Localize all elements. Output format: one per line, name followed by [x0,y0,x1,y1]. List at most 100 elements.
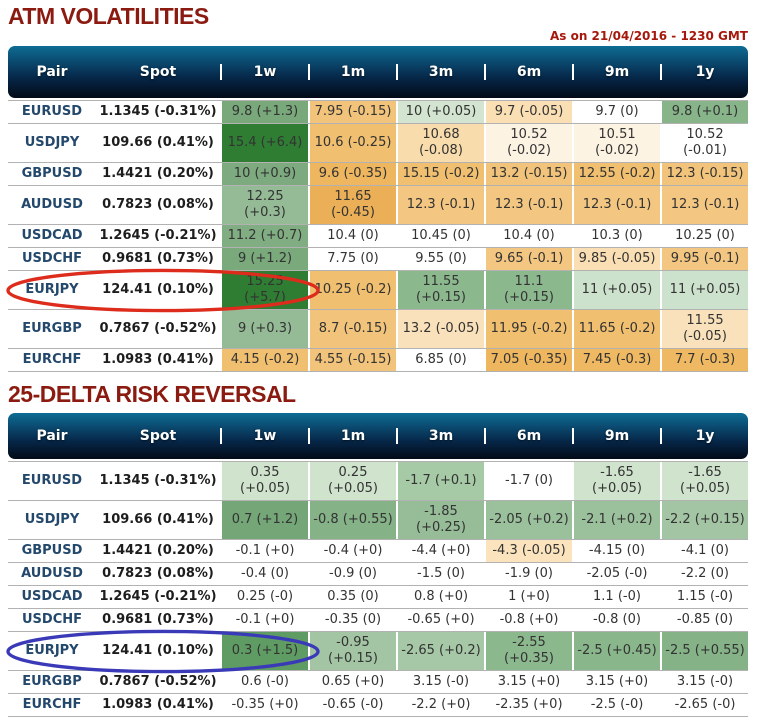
pair-label: EURGBP [22,674,82,689]
column-header-spot: Spot [139,428,177,444]
column-header-1w: 1w [220,64,308,80]
rr-table-header-row: Pair Spot 1w 1m 3m 6m 9m 1y [8,413,748,459]
cell-usdjpy-6m: 10.52 (-0.02) [484,124,572,162]
column-header-pair: Pair [36,428,68,444]
cell-eurjpy-9m: -2.5 (+0.45) [572,632,660,670]
spot-value: 109.66 (0.41%) [102,512,214,527]
cell-eurchf-1m: 4.55 (-0.15) [308,349,396,371]
cell-usdjpy-1m: -0.8 (+0.55) [308,501,396,539]
cell-usdcad-1w: 11.2 (+0.7) [220,225,308,247]
table-row-audusd: AUDUSD 0.7823 (0.08%) -0.4 (0) -0.9 (0) -1.5… [8,563,748,586]
column-header-1w: 1w [220,428,308,444]
table-row-gbpusd: GBPUSD 1.4421 (0.20%) -0.1 (+0) -0.4 (+0) -4… [8,540,748,563]
table-row-usdjpy: USDJPY 109.66 (0.41%) 0.7 (+1.2) -0.8 (+0.5… [8,501,748,540]
spot-value: 0.7867 (-0.52%) [99,321,217,336]
cell-eurusd-9m: 9.7 (0) [572,101,660,123]
spot-value: 0.9681 (0.73%) [102,612,214,627]
pair-label: USDCHF [21,251,82,266]
cell-eurusd-6m: 9.7 (-0.05) [484,101,572,123]
cell-eurchf-9m: 7.45 (-0.3) [572,349,660,371]
cell-audusd-9m: 12.3 (-0.1) [572,186,660,224]
cell-usdcad-1y: 1.15 (-0) [660,586,748,608]
column-header-6m: 6m [484,64,572,80]
cell-usdjpy-1w: 0.7 (+1.2) [220,501,308,539]
cell-usdchf-1y: -0.85 (0) [660,609,748,631]
cell-usdchf-1m: -0.35 (0) [308,609,396,631]
cell-gbpusd-9m: -4.15 (0) [572,540,660,562]
cell-eurchf-1w: 4.15 (-0.2) [220,349,308,371]
table-row-eurchf: EURCHF 1.0983 (0.41%) 4.15 (-0.2) 4.55 (-0.… [8,349,748,372]
cell-usdchf-1w: -0.1 (+0) [220,609,308,631]
atm-volatilities-table: Pair Spot 1w 1m 3m 6m 9m 1y EURUSD 1.1345 (-0.31… [6,46,748,372]
cell-eurgbp-9m: 11.65 (-0.2) [572,310,660,348]
cell-audusd-1y: 12.3 (-0.1) [660,186,748,224]
cell-eurjpy-3m: -2.65 (+0.2) [396,632,484,670]
cell-eurgbp-9m: 3.15 (+0) [572,671,660,693]
cell-eurgbp-6m: 3.15 (+0) [484,671,572,693]
column-header-1y: 1y [660,64,748,80]
cell-eurgbp-3m: 3.15 (-0) [396,671,484,693]
column-header-spot: Spot [139,64,177,80]
cell-eurjpy-1y: -2.5 (+0.55) [660,632,748,670]
cell-usdchf-1w: 9 (+1.2) [220,248,308,270]
cell-usdjpy-9m: -2.1 (+0.2) [572,501,660,539]
cell-usdchf-3m: -0.65 (+0) [396,609,484,631]
spot-value: 124.41 (0.10%) [102,643,214,658]
cell-usdcad-9m: 1.1 (-0) [572,586,660,608]
cell-usdchf-1m: 7.75 (0) [308,248,396,270]
table-row-eurgbp: EURGBP 0.7867 (-0.52%) 9 (+0.3) 8.7 (-0.15)… [8,310,748,349]
pair-label: USDCAD [21,228,83,243]
atm-table-header-row: Pair Spot 1w 1m 3m 6m 9m 1y [8,46,748,98]
cell-audusd-1w: 12.25 (+0.3) [220,186,308,224]
cell-audusd-6m: 12.3 (-0.1) [484,186,572,224]
cell-usdcad-6m: 10.4 (0) [484,225,572,247]
atm-table-body: EURUSD 1.1345 (-0.31%) 9.8 (+1.3) 7.95 (-0.… [6,100,748,372]
cell-usdcad-9m: 10.3 (0) [572,225,660,247]
column-header-3m: 3m [396,428,484,444]
spot-value: 1.4421 (0.20%) [102,166,214,181]
cell-audusd-9m: -2.05 (-0) [572,563,660,585]
cell-gbpusd-1y: -4.1 (0) [660,540,748,562]
pair-label: EURUSD [21,473,83,488]
pair-label: EURCHF [22,352,82,367]
cell-usdjpy-1y: -2.2 (+0.15) [660,501,748,539]
cell-audusd-3m: -1.5 (0) [396,563,484,585]
cell-gbpusd-6m: 13.2 (-0.15) [484,163,572,185]
spot-value: 124.41 (0.10%) [102,282,214,297]
table-row-usdchf: USDCHF 0.9681 (0.73%) -0.1 (+0) -0.35 (0) -0… [8,609,748,632]
cell-eurgbp-1m: 8.7 (-0.15) [308,310,396,348]
cell-eurchf-3m: -2.2 (+0) [396,694,484,716]
cell-eurjpy-6m: -2.55 (+0.35) [484,632,572,670]
spot-value: 109.66 (0.41%) [102,135,214,150]
pair-label: USDJPY [24,512,80,527]
spot-value: 0.9681 (0.73%) [102,251,214,266]
cell-eurusd-3m: 10 (+0.05) [396,101,484,123]
cell-audusd-1m: -0.9 (0) [308,563,396,585]
cell-usdjpy-3m: -1.85 (+0.25) [396,501,484,539]
cell-usdchf-6m: -0.8 (+0) [484,609,572,631]
cell-gbpusd-3m: -4.4 (+0) [396,540,484,562]
rr-table-body: EURUSD 1.1345 (-0.31%) 0.35 (+0.05) 0.25 (+… [6,461,748,717]
cell-eurusd-9m: -1.65 (+0.05) [572,462,660,500]
table-row-eurusd: EURUSD 1.1345 (-0.31%) 0.35 (+0.05) 0.25 (+… [8,462,748,501]
risk-reversal-section: 25-DELTA RISK REVERSAL Pair Spot 1w 1m 3m 6m 9… [6,381,748,717]
cell-usdjpy-1y: 10.52 (-0.01) [660,124,748,162]
cell-eurchf-1m: -0.65 (-0) [308,694,396,716]
cell-usdcad-1m: 0.35 (0) [308,586,396,608]
atm-volatilities-section: ATM VOLATILITIES As on 21/04/2016 - 1230… [6,3,748,372]
cell-eurchf-1y: -2.65 (-0) [660,694,748,716]
cell-usdcad-3m: 0.8 (+0) [396,586,484,608]
cell-audusd-6m: -1.9 (0) [484,563,572,585]
pair-label: EURJPY [25,282,79,297]
column-header-1m: 1m [308,64,396,80]
pair-label: USDCAD [21,589,83,604]
cell-audusd-1w: -0.4 (0) [220,563,308,585]
cell-gbpusd-1w: -0.1 (+0) [220,540,308,562]
column-header-9m: 9m [572,64,660,80]
spot-value: 1.1345 (-0.31%) [99,473,217,488]
cell-eurgbp-1w: 0.6 (-0) [220,671,308,693]
fx-volatility-report-page: ATM VOLATILITIES As on 21/04/2016 - 1230… [0,0,757,721]
spot-value: 0.7823 (0.08%) [102,197,214,212]
cell-eurgbp-1y: 11.55 (-0.05) [660,310,748,348]
cell-eurusd-3m: -1.7 (+0.1) [396,462,484,500]
